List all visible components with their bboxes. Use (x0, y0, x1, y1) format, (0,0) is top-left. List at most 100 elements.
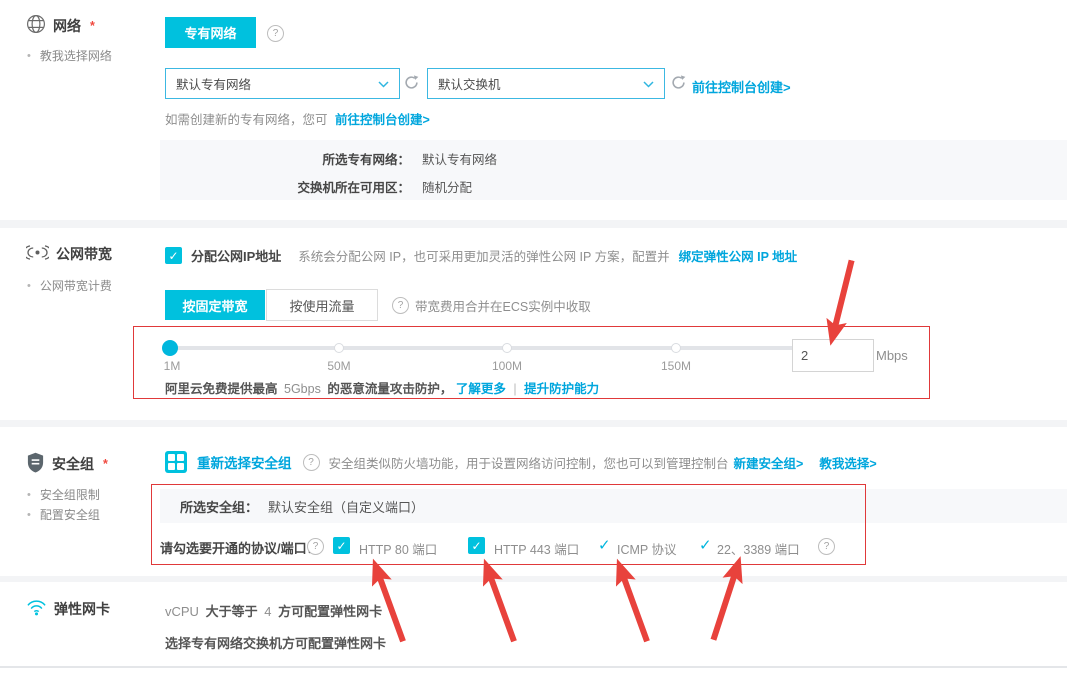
section-divider (0, 420, 1067, 427)
sidebar-item-bandwidth-billing[interactable]: • 公网带宽计费 (27, 277, 112, 294)
ports-row-label: 请勾选要开通的协议/端口： (160, 538, 320, 557)
create-vpc-hint: 如需创建新的专有网络，您可 前往控制台创建> (165, 109, 430, 128)
bandwidth-value-input[interactable] (792, 339, 874, 372)
ports-row: 请勾选要开通的协议/端口： ? ✓ HTTP 80 端口 ✓ HTTP 443 … (0, 536, 1067, 558)
section-divider (0, 576, 1067, 582)
nic-vcpu-text: vCPU (165, 604, 199, 619)
create-vpc-hint-link[interactable]: 前往控制台创建> (335, 113, 430, 127)
vpc-type-button[interactable]: 专有网络 (165, 17, 256, 48)
annotation-arrow-http443 (474, 555, 525, 645)
sg-help-icon[interactable]: ? (303, 454, 320, 471)
summary-row-zone: 交换机所在可用区： 随机分配 (160, 177, 1067, 196)
refresh-vswitch-icon[interactable] (671, 75, 686, 93)
nic-line1-mid: 大于等于 (206, 604, 258, 619)
vswitch-zone-label: 交换机所在可用区： (160, 177, 410, 196)
slider-stop-150m (671, 343, 681, 353)
icmp-check-icon[interactable]: ✓ (598, 536, 611, 554)
ssh-rdp-check-icon[interactable]: ✓ (699, 536, 712, 554)
annotation-arrow-ssh-rdp (703, 553, 751, 643)
upgrade-protect-link[interactable]: 提升防护能力 (524, 382, 599, 396)
http80-checkbox[interactable]: ✓ (333, 537, 350, 554)
bullet-icon: • (27, 50, 31, 62)
bandwidth-section-title: 公网带宽 (56, 244, 112, 264)
check-icon: ✓ (471, 539, 481, 553)
slider-stop-100m (502, 343, 512, 353)
nic-line1-post: 方可配置弹性网卡 (278, 604, 382, 619)
http80-label: HTTP 80 端口 (359, 539, 437, 558)
selected-sg-box: 所选安全组： 默认安全组（自定义端口） (160, 489, 1067, 523)
sidebar-item-sg-config[interactable]: • 配置安全组 (27, 506, 100, 523)
protect-value: 5Gbps (284, 382, 321, 396)
ports-help-icon[interactable]: ? (307, 538, 324, 555)
refresh-vpc-icon[interactable] (404, 75, 419, 93)
http443-label: HTTP 443 端口 (494, 539, 579, 558)
bandwidth-mode-tabs: 按固定带宽 按使用流量 ? 带宽费用合并在ECS实例中收取 (165, 289, 591, 321)
assign-public-ip-row: ✓ 分配公网IP地址 系统会分配公网 IP，也可采用更加灵活的弹性公网 IP 方… (165, 246, 797, 265)
goto-console-create-link[interactable]: 前往控制台创建> (692, 77, 791, 96)
sidebar-item-choose-network[interactable]: • 教我选择网络 (27, 47, 112, 64)
vswitch-select-value: 默认交换机 (438, 74, 501, 93)
nic-section-title: 弹性网卡 (54, 599, 110, 619)
broadcast-icon (26, 245, 49, 263)
required-asterisk: * (90, 19, 95, 33)
wifi-icon (26, 598, 47, 619)
bullet-icon: • (27, 280, 31, 292)
nic-requirement-line2: 选择专有网络交换机方可配置弹性网卡 (165, 633, 386, 652)
sidebar-item-sg-limit[interactable]: • 安全组限制 (27, 486, 100, 503)
chevron-down-icon (378, 77, 389, 91)
protect-text2: 的恶意流量攻击防护， (327, 382, 452, 396)
bottom-divider (0, 666, 1067, 668)
reselect-sg-link[interactable]: 重新选择安全组 (197, 452, 292, 472)
selected-vpc-label: 所选专有网络： (160, 149, 410, 168)
assign-public-ip-checkbox[interactable]: ✓ (165, 247, 182, 264)
assign-public-ip-label: 分配公网IP地址 (191, 246, 281, 265)
slider-tick-50m: 50M (327, 359, 350, 373)
bullet-icon: • (27, 509, 31, 521)
selected-sg-value: 默认安全组（自定义端口） (268, 497, 424, 516)
network-section-header: 网络 * (26, 14, 95, 37)
vpc-select[interactable]: 默认专有网络 (165, 68, 400, 99)
ecs-network-config-page: 网络 * • 教我选择网络 专有网络 ? 默认专有网络 默认交换机 前往控制台创… (0, 0, 1067, 673)
learn-more-link[interactable]: 了解更多 (456, 382, 506, 396)
bandwidth-fee-hint: 带宽费用合并在ECS实例中收取 (415, 296, 591, 315)
network-section-title: 网络 (53, 16, 81, 36)
slider-tick-1m: 1M (164, 359, 181, 373)
grid-icon[interactable] (165, 451, 187, 473)
slider-stop-50m (334, 343, 344, 353)
protect-text: 阿里云免费提供最高 (165, 382, 278, 396)
check-icon: ✓ (336, 539, 346, 553)
selected-sg-label: 所选安全组： (180, 497, 258, 516)
chevron-down-icon (643, 77, 654, 91)
bind-eip-link[interactable]: 绑定弹性公网 IP 地址 (679, 246, 798, 265)
network-summary-box: 所选专有网络： 默认专有网络 交换机所在可用区： 随机分配 (160, 140, 1067, 200)
ssh-rdp-help-icon[interactable]: ? (818, 538, 835, 555)
ddos-protect-line: 阿里云免费提供最高 5Gbps 的恶意流量攻击防护， 了解更多 | 提升防护能力 (165, 378, 599, 397)
tab-fixed-bandwidth[interactable]: 按固定带宽 (165, 290, 265, 320)
slider-tick-100m: 100M (492, 359, 522, 373)
bandwidth-unit-label: Mbps (876, 348, 908, 363)
nic-vcpu-count: 4 (264, 604, 271, 619)
check-icon: ✓ (168, 249, 178, 263)
required-asterisk: * (103, 457, 108, 471)
teach-choose-sg-link[interactable]: 教我选择> (819, 453, 876, 472)
divider: | (513, 382, 516, 396)
create-sg-link[interactable]: 新建安全组> (734, 453, 804, 472)
annotation-arrow-icmp (607, 555, 658, 645)
globe-icon (26, 14, 46, 37)
sg-config-label: 配置安全组 (40, 506, 100, 523)
icmp-label: ICMP 协议 (617, 539, 677, 558)
vswitch-select[interactable]: 默认交换机 (427, 68, 665, 99)
network-help-icon[interactable]: ? (267, 25, 284, 42)
bandwidth-slider: 1M 50M 100M 150M 200M (165, 335, 855, 377)
create-vpc-hint-text: 如需创建新的专有网络，您可 (165, 113, 328, 127)
vswitch-zone-value: 随机分配 (422, 177, 472, 196)
sg-limit-label: 安全组限制 (40, 486, 100, 503)
selected-vpc-value: 默认专有网络 (422, 149, 497, 168)
bandwidth-section-header: 公网带宽 (26, 244, 112, 264)
tab-by-traffic[interactable]: 按使用流量 (266, 289, 378, 321)
ssh-rdp-label: 22、3389 端口 (717, 539, 800, 558)
http443-checkbox[interactable]: ✓ (468, 537, 485, 554)
bandwidth-fee-help-icon[interactable]: ? (392, 297, 409, 314)
section-divider (0, 220, 1067, 228)
slider-handle[interactable] (162, 340, 178, 356)
